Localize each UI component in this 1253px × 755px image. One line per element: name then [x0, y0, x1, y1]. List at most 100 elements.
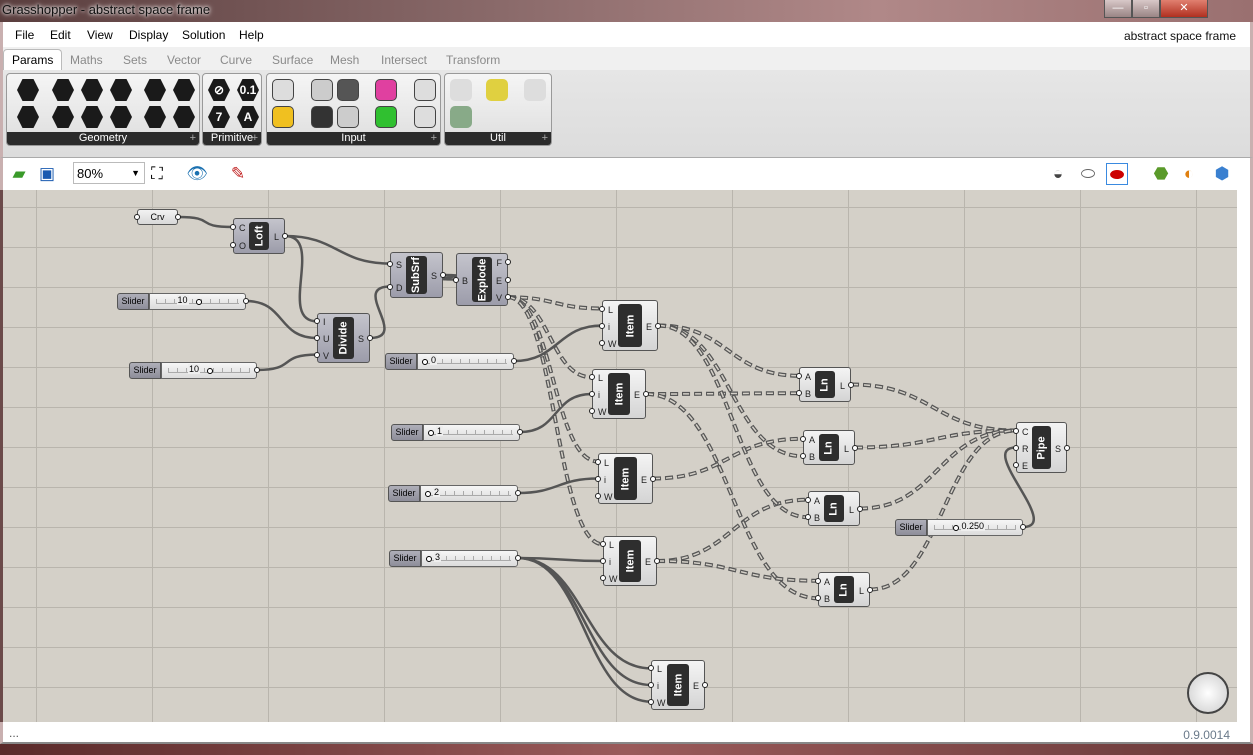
port-dot[interactable]	[505, 258, 511, 265]
port-dot[interactable]	[515, 490, 521, 496]
wire[interactable]	[519, 392, 593, 434]
geometry-icon[interactable]	[173, 106, 195, 128]
component-ln2[interactable]: Ln A B L	[803, 430, 855, 465]
output-port-L[interactable]: L	[859, 586, 864, 596]
input-port-i[interactable]: i	[608, 322, 610, 332]
port-dot[interactable]	[511, 358, 517, 364]
slider-grip[interactable]	[952, 525, 959, 531]
boolean-icon[interactable]: ⊘	[208, 79, 230, 101]
output-port-E[interactable]: E	[646, 322, 652, 332]
port-dot[interactable]	[595, 475, 601, 482]
colour-swatch-icon[interactable]	[375, 106, 397, 128]
open-file-icon[interactable]: ▰	[8, 163, 30, 185]
input-port-B[interactable]: B	[805, 389, 811, 399]
button-icon[interactable]	[311, 106, 333, 128]
zoom-extents-icon[interactable]: ⛶	[146, 163, 168, 185]
input-port-A[interactable]: A	[824, 577, 830, 587]
output-port-S[interactable]: S	[431, 271, 437, 281]
text-icon[interactable]: A	[237, 106, 259, 128]
preview-icon[interactable]	[524, 79, 546, 101]
component-ln1[interactable]: Ln A B L	[799, 367, 851, 402]
wire-dashed[interactable]	[854, 428, 1017, 450]
menu-file[interactable]: File	[15, 28, 34, 42]
menu-help[interactable]: Help	[239, 28, 264, 42]
input-port-B[interactable]: B	[814, 513, 820, 523]
input-port-L[interactable]: L	[604, 458, 609, 468]
input-port-W[interactable]: W	[604, 492, 613, 502]
component-item3[interactable]: Item Li W E	[598, 453, 653, 504]
input-port-B[interactable]: B	[462, 276, 468, 286]
slider-grip[interactable]	[428, 430, 434, 436]
number-icon[interactable]: 0.1	[237, 79, 259, 101]
read-file-icon[interactable]	[414, 106, 436, 128]
port-dot[interactable]	[815, 577, 821, 584]
input-port-L[interactable]: L	[609, 540, 614, 550]
port-dot[interactable]	[702, 682, 708, 688]
menu-display[interactable]: Display	[129, 28, 168, 42]
text-tag-icon[interactable]	[486, 106, 508, 128]
input-port-R[interactable]: R	[1022, 444, 1029, 454]
input-port-D[interactable]: D	[396, 283, 403, 293]
port-dot[interactable]	[589, 391, 595, 397]
port-dot[interactable]	[648, 698, 654, 705]
input-port-U[interactable]: U	[323, 334, 330, 344]
preview-shaded-icon[interactable]: ◒	[1047, 163, 1069, 185]
slider-track[interactable]: 2	[420, 485, 518, 502]
port-dot[interactable]	[654, 558, 660, 564]
port-dot[interactable]	[655, 322, 661, 329]
port-dot[interactable]	[1013, 427, 1019, 434]
input-port-L[interactable]: L	[657, 664, 662, 674]
brep-icon[interactable]	[144, 106, 166, 128]
output-port-E[interactable]: E	[641, 475, 647, 485]
input-port-i[interactable]: i	[657, 681, 659, 691]
tab-sets[interactable]: Sets	[123, 53, 147, 67]
port-dot[interactable]	[857, 505, 863, 512]
curve-icon[interactable]	[81, 79, 103, 101]
expand-icon[interactable]: +	[431, 132, 437, 145]
input-port-L[interactable]: L	[608, 305, 613, 315]
digit-scroller-icon[interactable]	[337, 79, 359, 101]
port-dot[interactable]	[643, 391, 649, 397]
input-port-i[interactable]: i	[598, 390, 600, 400]
port-dot[interactable]	[1013, 444, 1019, 451]
port-dot[interactable]	[453, 276, 459, 283]
number-slider[interactable]: Slider 0.250	[895, 519, 1023, 536]
component-ln4[interactable]: Ln A B L	[818, 572, 870, 607]
port-dot[interactable]	[367, 335, 373, 341]
port-dot[interactable]	[648, 682, 654, 688]
wire[interactable]	[513, 324, 603, 363]
slider-track[interactable]: 1	[423, 424, 520, 441]
slider-track[interactable]: 10	[149, 293, 246, 310]
input-port-E[interactable]: E	[1022, 461, 1028, 471]
wire[interactable]	[517, 477, 599, 495]
port-dot[interactable]	[805, 496, 811, 503]
sketch-pen-icon[interactable]: ✎	[227, 163, 249, 185]
port-dot[interactable]	[867, 586, 873, 593]
input-port-W[interactable]: W	[609, 574, 618, 584]
mesh-quality-icon[interactable]: ⬢	[1211, 163, 1233, 185]
number-slider[interactable]: Slider 2	[388, 485, 518, 502]
port-dot[interactable]	[440, 272, 446, 278]
graph-mapper-icon[interactable]	[414, 79, 436, 101]
output-port-L[interactable]: L	[849, 505, 854, 515]
tab-params[interactable]: Params	[3, 49, 63, 71]
port-dot[interactable]	[243, 298, 249, 304]
input-port-W[interactable]: W	[657, 698, 666, 708]
input-port-W[interactable]: W	[608, 339, 617, 349]
surface-icon[interactable]	[110, 79, 132, 101]
tab-intersect[interactable]: Intersect	[381, 53, 427, 67]
vector-icon[interactable]	[17, 106, 39, 128]
port-dot[interactable]	[254, 367, 260, 373]
component-divide[interactable]: Divide I U V S	[317, 313, 370, 363]
component-ln3[interactable]: Ln A B L	[808, 491, 860, 526]
wire[interactable]	[177, 215, 234, 229]
component-pipe[interactable]: Pipe C R E S	[1016, 422, 1067, 473]
component-explode[interactable]: Explode B F E V	[456, 253, 508, 306]
port-dot[interactable]	[175, 214, 181, 220]
box-icon[interactable]	[144, 79, 166, 101]
port-dot[interactable]	[314, 351, 320, 358]
port-dot[interactable]	[595, 492, 601, 499]
wire[interactable]	[369, 285, 391, 340]
port-dot[interactable]	[600, 574, 606, 581]
number-slider[interactable]: Slider 1	[391, 424, 520, 441]
